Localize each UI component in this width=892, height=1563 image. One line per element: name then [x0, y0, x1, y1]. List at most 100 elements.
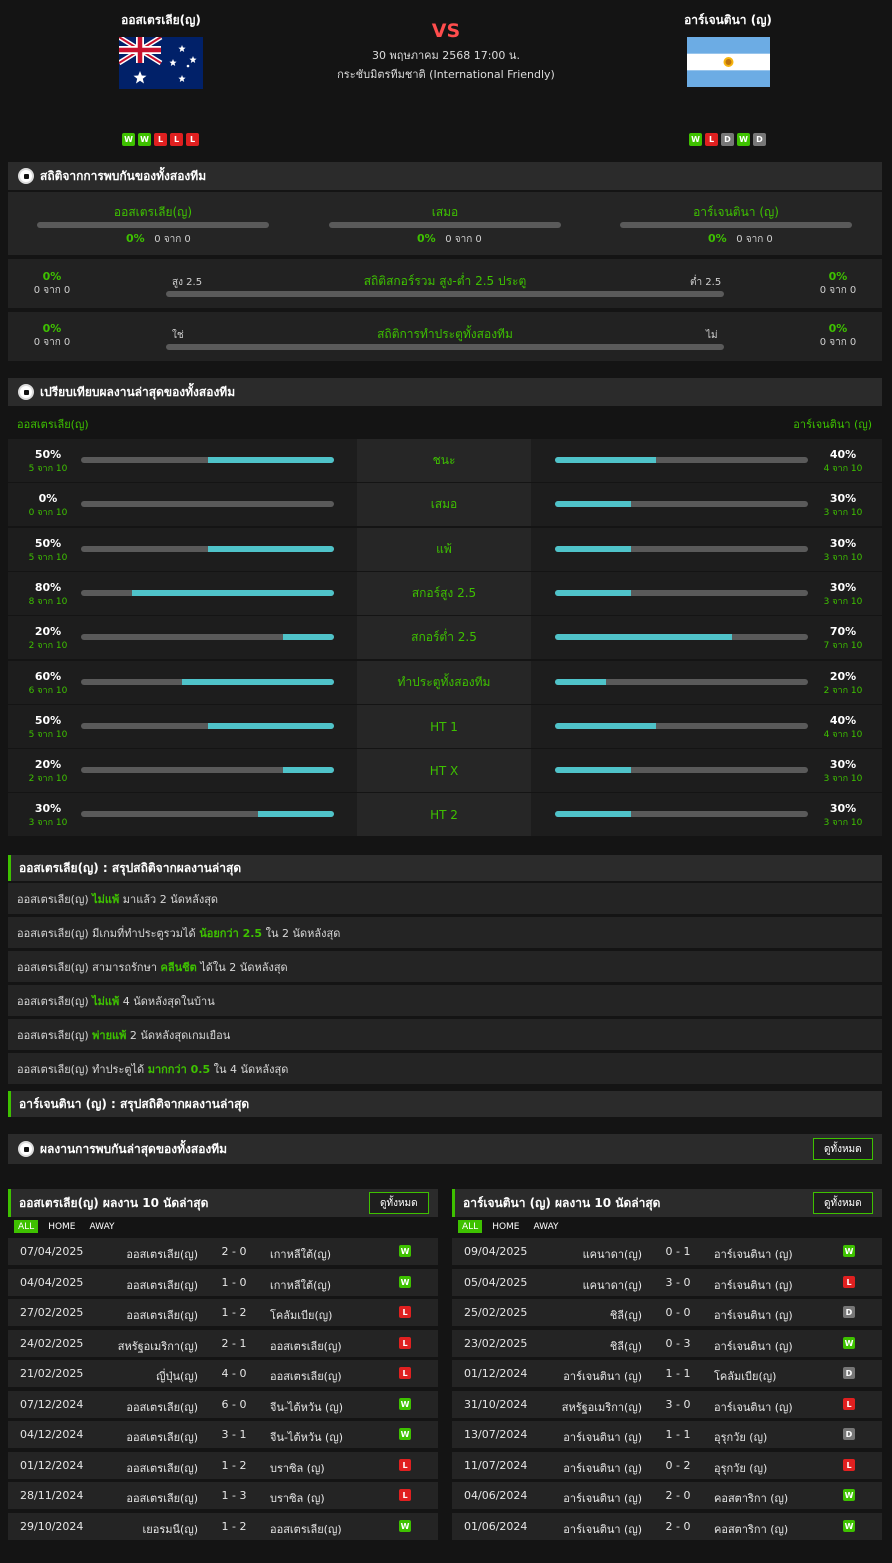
away-bar — [555, 590, 808, 596]
compare-row: 50% 5 จาก 10 แพ้ 30% 3 จาก 10 — [8, 528, 882, 571]
summary-row: ออสเตรเลีย(ญ) ไม่แพ้ มาแล้ว 2 นัดหลังสุด — [8, 883, 882, 914]
away-sub: 3 จาก 10 — [823, 508, 863, 518]
home-pct: 80% — [34, 581, 62, 594]
summary-text: มาแล้ว 2 นัดหลังสุด — [119, 892, 219, 906]
match-date: 23/02/2025 — [464, 1337, 528, 1350]
away-bar-fill — [555, 723, 657, 729]
home-bar-fill — [283, 634, 334, 640]
summary-text: ใน 2 นัดหลังสุด — [262, 926, 341, 940]
match-home-team: ออสเตรเลีย(ญ) — [126, 1431, 198, 1444]
australia-flag-icon — [119, 37, 203, 89]
tab-all[interactable]: ALL — [14, 1220, 39, 1233]
match-row[interactable]: 07/04/2025 ออสเตรเลีย(ญ) 2 - 0 เกาหลีใต้(ญ)… — [8, 1238, 438, 1265]
match-away-team: ออสเตรเลีย(ญ) — [270, 1523, 342, 1536]
away-sub: 3 จาก 10 — [823, 597, 863, 607]
away-pct: 30% — [829, 537, 857, 550]
match-row[interactable]: 28/11/2024 ออสเตรเลีย(ญ) 1 - 3 บราซิล (ญ) L — [8, 1482, 438, 1509]
summary-text: ใน 4 นัดหลังสุด — [210, 1062, 289, 1076]
away-pct: 30% — [829, 802, 857, 815]
match-row[interactable]: 04/06/2024 อาร์เจนตินา (ญ) 2 - 0 คอสตาริกา … — [452, 1482, 882, 1509]
compare-row: 30% 3 จาก 10 HT 2 30% 3 จาก 10 — [8, 793, 882, 836]
match-away-team: โคลัมเบีย(ญ) — [270, 1309, 333, 1322]
match-row[interactable]: 01/12/2024 ออสเตรเลีย(ญ) 1 - 2 บราซิล (ญ) L — [8, 1452, 438, 1479]
match-score: 2 - 1 — [221, 1337, 247, 1350]
h2h-draw-sub: 0 จาก 0 — [445, 234, 482, 245]
match-date: 05/04/2025 — [464, 1276, 528, 1289]
match-result-badge: W — [843, 1245, 855, 1257]
match-row[interactable]: 04/04/2025 ออสเตรเลีย(ญ) 1 - 0 เกาหลีใต้(ญ)… — [8, 1269, 438, 1296]
ou-right-sub: 0 จาก 0 — [819, 285, 857, 296]
compare-row: 0% 0 จาก 10 เสมอ 30% 3 จาก 10 — [8, 483, 882, 526]
match-row[interactable]: 04/12/2024 ออสเตรเลีย(ญ) 3 - 1 จีน-ไต้หวัน … — [8, 1421, 438, 1448]
match-row[interactable]: 21/02/2025 ญี่ปุ่น(ญ) 4 - 0 ออสเตรเลีย(ญ) L — [8, 1360, 438, 1387]
home-pct: 60% — [34, 670, 62, 683]
match-away-team: อาร์เจนตินา (ญ) — [714, 1401, 793, 1414]
home-last10-view-all-button[interactable]: ดูทั้งหมด — [369, 1192, 429, 1214]
match-row[interactable]: 09/04/2025 แคนาดา(ญ) 0 - 1 อาร์เจนตินา (ญ) W — [452, 1238, 882, 1265]
away-pct: 40% — [829, 714, 857, 727]
recent-h2h-view-all-button[interactable]: ดูทั้งหมด — [813, 1138, 873, 1160]
h2h-away-sub: 0 จาก 0 — [736, 234, 773, 245]
away-sub: 4 จาก 10 — [823, 730, 863, 740]
match-date: 09/04/2025 — [464, 1245, 528, 1258]
recent-h2h-title: ผลงานการพบกันล่าสุดของทั้งสองทีม — [40, 1141, 228, 1156]
match-home-team: ชิลี(ญ) — [609, 1340, 642, 1353]
btts-right-label: ไม่ — [706, 330, 718, 341]
tab-all[interactable]: ALL — [458, 1220, 483, 1233]
match-row[interactable]: 01/06/2024 อาร์เจนตินา (ญ) 2 - 0 คอสตาริกา … — [452, 1513, 882, 1540]
match-result-badge: D — [843, 1367, 855, 1379]
match-score: 1 - 2 — [221, 1520, 247, 1533]
h2h-home-pct: 0% — [126, 232, 145, 245]
match-row[interactable]: 25/02/2025 ชิลี(ญ) 0 - 0 อาร์เจนตินา (ญ) D — [452, 1299, 882, 1326]
h2h-away-label: อาร์เจนตินา (ญ) — [693, 205, 779, 219]
match-home-team: สหรัฐอเมริกา(ญ) — [117, 1340, 198, 1353]
match-row[interactable]: 11/07/2024 อาร์เจนตินา (ญ) 0 - 2 อุรุกวัย (… — [452, 1452, 882, 1479]
match-score: 1 - 2 — [221, 1459, 247, 1472]
away-bar — [555, 457, 808, 463]
match-row[interactable]: 27/02/2025 ออสเตรเลีย(ญ) 1 - 2 โคลัมเบีย(ญ)… — [8, 1299, 438, 1326]
match-result-badge: W — [843, 1489, 855, 1501]
match-home-team: ออสเตรเลีย(ญ) — [126, 1492, 198, 1505]
compare-label: HT 1 — [357, 705, 531, 748]
match-home-team: อาร์เจนตินา (ญ) — [563, 1523, 642, 1536]
away-last10-view-all-button[interactable]: ดูทั้งหมด — [813, 1192, 873, 1214]
form-badge: D — [753, 133, 766, 146]
match-away-team: อุรุกวัย (ญ) — [714, 1462, 768, 1475]
match-score: 3 - 1 — [221, 1428, 247, 1441]
match-row[interactable]: 13/07/2024 อาร์เจนตินา (ญ) 1 - 1 อุรุกวัย (… — [452, 1421, 882, 1448]
match-score: 0 - 2 — [665, 1459, 691, 1472]
match-row[interactable]: 01/12/2024 อาร์เจนตินา (ญ) 1 - 1 โคลัมเบีย(… — [452, 1360, 882, 1387]
match-row[interactable]: 29/10/2024 เยอรมนี(ญ) 1 - 2 ออสเตรเลีย(ญ) W — [8, 1513, 438, 1540]
match-row[interactable]: 07/12/2024 ออสเตรเลีย(ญ) 6 - 0 จีน-ไต้หวัน … — [8, 1391, 438, 1418]
away-form-badges: WLDWD — [689, 133, 766, 146]
home-sub: 2 จาก 10 — [28, 641, 68, 651]
compare-label: สกอร์ต่ำ 2.5 — [357, 616, 531, 659]
home-sub: 5 จาก 10 — [28, 464, 68, 474]
away-pct: 30% — [829, 581, 857, 594]
match-score: 6 - 0 — [221, 1398, 247, 1411]
ou-title: สถิติสกอร์รวม สูง-ต่ำ 2.5 ประตู — [363, 274, 527, 288]
match-away-team: จีน-ไต้หวัน (ญ) — [270, 1431, 344, 1444]
away-sub: 3 จาก 10 — [823, 774, 863, 784]
away-pct: 30% — [829, 758, 857, 771]
h2h-result-panel: ออสเตรเลีย(ญ) 0% 0 จาก 0 เสมอ 0% 0 จาก 0… — [8, 192, 882, 255]
home-bar — [81, 501, 334, 507]
match-row[interactable]: 23/02/2025 ชิลี(ญ) 0 - 3 อาร์เจนตินา (ญ) W — [452, 1330, 882, 1357]
match-row[interactable]: 24/02/2025 สหรัฐอเมริกา(ญ) 2 - 1 ออสเตรเลีย… — [8, 1330, 438, 1357]
match-row[interactable]: 05/04/2025 แคนาดา(ญ) 3 - 0 อาร์เจนตินา (ญ) L — [452, 1269, 882, 1296]
match-result-badge: W — [399, 1520, 411, 1532]
btts-right-pct: 0% — [828, 322, 848, 335]
match-score: 1 - 2 — [221, 1306, 247, 1319]
match-result-badge: D — [843, 1428, 855, 1440]
match-row[interactable]: 31/10/2024 สหรัฐอเมริกา(ญ) 3 - 0 อาร์เจนติน… — [452, 1391, 882, 1418]
tab-away[interactable]: AWAY — [530, 1220, 563, 1233]
tab-away[interactable]: AWAY — [86, 1220, 119, 1233]
ou-right-pct: 0% — [828, 270, 848, 283]
home-bar — [81, 590, 334, 596]
match-date: 04/04/2025 — [20, 1276, 84, 1289]
match-result-badge: L — [843, 1398, 855, 1410]
match-date: 04/12/2024 — [20, 1428, 84, 1441]
home-sub: 5 จาก 10 — [28, 730, 68, 740]
tab-home[interactable]: HOME — [488, 1220, 523, 1233]
tab-home[interactable]: HOME — [44, 1220, 79, 1233]
